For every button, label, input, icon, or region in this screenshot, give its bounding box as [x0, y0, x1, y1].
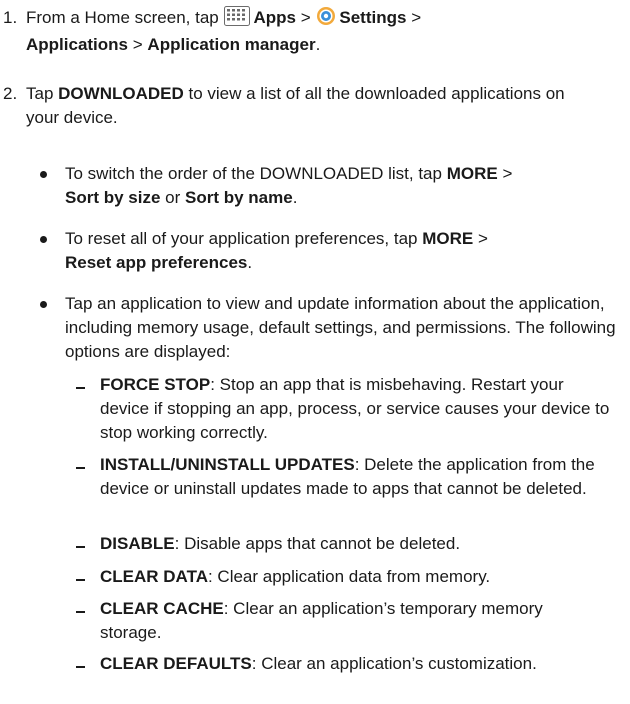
bullet-text: To switch the order of the DOWNLOADED li…: [65, 164, 513, 207]
apps-grid-icon: [224, 6, 251, 33]
step-text: Tap DOWNLOADED to view a list of all the…: [26, 84, 565, 127]
applications-label: Applications: [26, 35, 129, 54]
option-label: FORCE STOP: [100, 375, 211, 394]
step-number: 1.: [3, 8, 18, 27]
option-label: CLEAR DEFAULTS: [100, 654, 252, 673]
option-text: INSTALL/UNINSTALL UPDATES: Delete the ap…: [100, 453, 612, 501]
downloaded-label: DOWNLOADED: [58, 84, 184, 103]
settings-label: Settings: [339, 8, 407, 27]
settings-gear-icon: [316, 6, 336, 33]
option-text: CLEAR CACHE: Clear an application’s temp…: [100, 597, 580, 645]
option-description: : Disable apps that cannot be deleted.: [174, 534, 461, 553]
separator: >: [300, 8, 311, 27]
dash-marker: [76, 467, 85, 469]
option-text: FORCE STOP: Stop an app that is misbehav…: [100, 373, 612, 445]
dash-marker: [76, 611, 85, 613]
bullet-dot: [40, 171, 47, 178]
sort-by-size-label: Sort by size: [65, 188, 161, 207]
separator: >: [411, 8, 422, 27]
bullet-text: To reset all of your application prefere…: [65, 229, 488, 272]
option-text: CLEAR DEFAULTS: Clear an application’s c…: [100, 652, 626, 676]
dash-marker: [76, 579, 85, 581]
step-number: 2.: [3, 84, 18, 103]
separator: >: [132, 35, 143, 54]
bullet-text: Tap an application to view and update in…: [65, 294, 616, 361]
option-text: CLEAR DATA: Clear application data from …: [100, 565, 626, 589]
step-text: From a Home screen, tap Apps > Settings …: [26, 6, 422, 54]
option-label: DISABLE: [100, 534, 175, 553]
application-manager-label: Application manager: [147, 35, 316, 54]
more-label: MORE: [446, 164, 498, 183]
option-label: CLEAR CACHE: [100, 599, 224, 618]
bullet-dot: [40, 301, 47, 308]
dash-marker: [76, 666, 85, 668]
option-text: DISABLE: Disable apps that cannot be del…: [100, 532, 626, 556]
option-description: : Clear an application’s customization.: [251, 654, 537, 673]
reset-app-preferences-label: Reset app preferences: [65, 253, 248, 272]
option-label: INSTALL/UNINSTALL UPDATES: [100, 455, 355, 474]
dash-marker: [76, 546, 85, 548]
bullet-dot: [40, 236, 47, 243]
sort-by-name-label: Sort by name: [185, 188, 293, 207]
option-description: : Clear application data from memory.: [207, 567, 491, 586]
option-label: CLEAR DATA: [100, 567, 208, 586]
apps-label: Apps: [253, 8, 296, 27]
dash-marker: [76, 387, 85, 389]
more-label: MORE: [422, 229, 474, 248]
step-lead-text: From a Home screen, tap: [26, 8, 219, 27]
